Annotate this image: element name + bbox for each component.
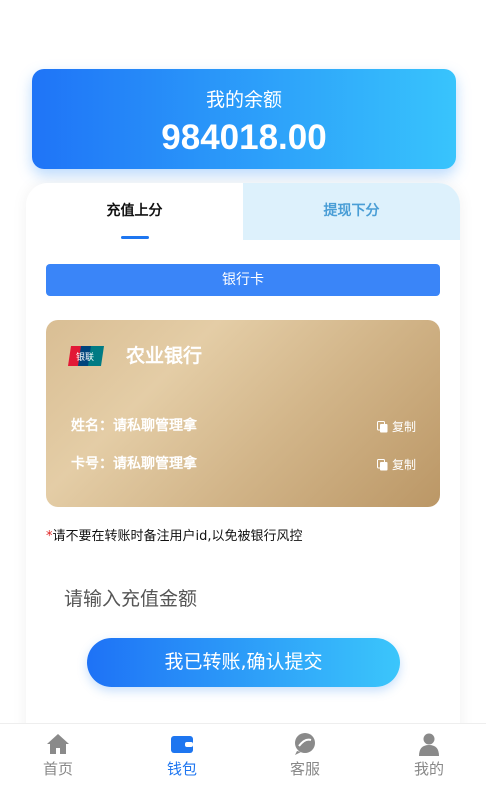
nav-home-label: 首页 [42,760,73,778]
nav-service-label: 客服 [289,760,320,778]
notice-text: 请不要在转账时备注用户id,以免被银行风控 [52,529,303,544]
bottom-nav: 首页 钱包 客服 我的 [0,723,486,787]
copy-label: 复制 [391,458,416,472]
tab-recharge[interactable]: 充值上分 [26,183,243,240]
bank-name: 农业银行 [126,345,203,367]
copy-name-button[interactable]: 复制 [376,418,416,436]
wallet-icon [171,736,193,753]
nav-service[interactable]: 客服 [265,724,345,787]
home-icon [47,734,69,754]
card-number-row: 卡号：请私聊管理拿 [71,456,197,472]
account-name-row: 姓名：请私聊管理拿 [71,418,197,434]
recharge-panel: 充值上分 提现下分 银行卡 银联 农业银行 姓名：请私聊管理拿 复制 卡号：请私… [26,183,460,743]
payment-method-bank-card[interactable]: 银行卡 [46,264,440,296]
recharge-page: 我的余额 984018.00 充值上分 提现下分 银行卡 银联 农业银行 姓名：… [0,0,486,787]
recharge-amount-input[interactable] [64,581,424,617]
unionpay-logo-icon: 银联 [68,346,104,366]
svg-text:银联: 银联 [76,351,94,363]
user-icon [419,733,439,756]
confirm-submit-button[interactable]: 我已转账,确认提交 [87,638,400,687]
balance-card: 我的余额 984018.00 [32,69,456,169]
nav-home[interactable]: 首页 [18,724,98,787]
bank-card: 银联 农业银行 姓名：请私聊管理拿 复制 卡号：请私聊管理拿 复制 [46,320,440,507]
nav-wallet[interactable]: 钱包 [142,724,222,787]
nav-mine[interactable]: 我的 [389,724,469,787]
balance-title: 我的余额 [205,89,282,111]
copy-label: 复制 [391,420,416,434]
nav-wallet-label: 钱包 [166,760,197,778]
tab-withdraw[interactable]: 提现下分 [243,183,460,240]
copy-card-button[interactable]: 复制 [376,456,416,474]
active-tab-indicator [121,236,149,239]
transfer-notice: *请不要在转账时备注用户id,以免被银行风控 [46,528,303,546]
balance-amount: 984018.00 [161,118,327,157]
copy-icon [376,459,388,471]
chat-icon [295,733,315,755]
nav-mine-label: 我的 [413,760,444,778]
copy-icon [376,421,388,433]
